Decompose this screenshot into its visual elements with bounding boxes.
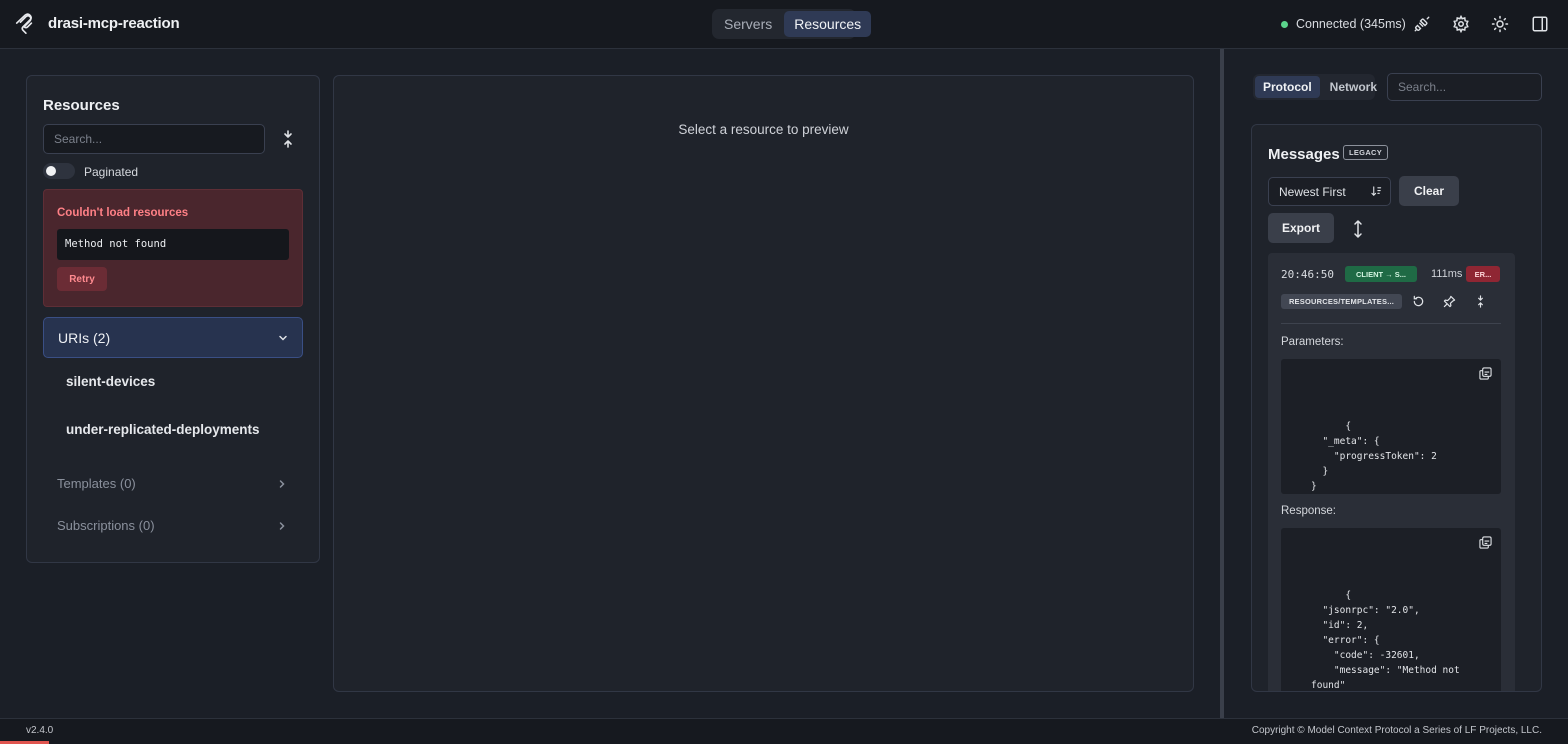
messages-search-input[interactable] xyxy=(1387,73,1542,101)
resource-item-under-replicated-deployments[interactable]: under-replicated-deployments xyxy=(66,422,260,437)
protocol-tabs: Protocol Network xyxy=(1253,74,1377,100)
templates-section-label: Templates (0) xyxy=(57,476,136,491)
error-message: Method not found xyxy=(57,229,289,260)
messages-title: Messages xyxy=(1268,146,1340,163)
subscriptions-section-label: Subscriptions (0) xyxy=(57,518,155,533)
messages-panel: Messages LEGACY Newest First Clear Expor… xyxy=(1251,124,1542,692)
tab-network[interactable]: Network xyxy=(1322,76,1385,98)
sort-order-value: Newest First xyxy=(1279,185,1346,199)
app-name: drasi-mcp-reaction xyxy=(48,15,180,32)
divider xyxy=(1281,323,1501,324)
main-nav-tabs: Servers Resources xyxy=(712,9,872,39)
direction-badge: CLIENT → S... xyxy=(1345,266,1417,282)
response-label: Response: xyxy=(1281,505,1336,517)
retry-button[interactable]: Retry xyxy=(57,267,107,291)
unplug-icon[interactable] xyxy=(1413,15,1431,33)
panel-toggle-icon[interactable] xyxy=(1531,15,1549,33)
copy-icon[interactable] xyxy=(1479,536,1492,549)
copyright-text: Copyright © Model Context Protocol a Ser… xyxy=(1251,725,1542,736)
clear-button[interactable]: Clear xyxy=(1399,176,1459,206)
message-duration: 111ms xyxy=(1431,268,1463,280)
collapse-entry-icon[interactable] xyxy=(1474,295,1487,308)
replay-icon[interactable] xyxy=(1412,295,1425,308)
tab-servers[interactable]: Servers xyxy=(714,11,782,37)
resources-search-input[interactable] xyxy=(43,124,265,154)
connection-status: Connected (345ms) xyxy=(1281,17,1406,31)
subscriptions-section-header[interactable]: Subscriptions (0) xyxy=(43,511,303,541)
chevron-right-icon xyxy=(279,522,285,530)
response-json: { "jsonrpc": "2.0", "id": 2, "error": { … xyxy=(1281,528,1501,691)
copy-icon[interactable] xyxy=(1479,367,1492,380)
chevron-down-icon xyxy=(279,335,287,341)
panel-resize-handle[interactable] xyxy=(1220,49,1224,718)
sort-icon xyxy=(1371,186,1382,196)
message-entry[interactable]: 20:46:50 CLIENT → S... 111ms ER... RESOU… xyxy=(1268,253,1515,691)
templates-section-header[interactable]: Templates (0) xyxy=(43,469,303,499)
error-title: Couldn't load resources xyxy=(57,207,189,219)
version-label: v2.4.0 xyxy=(26,725,54,736)
paginated-label: Paginated xyxy=(84,165,139,179)
footer: v2.4.0 Copyright © Model Context Protoco… xyxy=(0,718,1568,744)
resources-panel: Resources Paginated Couldn't load resour… xyxy=(26,75,320,563)
top-bar: drasi-mcp-reaction Servers Resources Con… xyxy=(0,0,1568,49)
connection-status-label: Connected (345ms) xyxy=(1296,17,1406,31)
error-status-badge: ER... xyxy=(1466,266,1500,282)
message-time: 20:46:50 xyxy=(1281,268,1334,281)
sun-icon[interactable] xyxy=(1491,15,1509,33)
preview-empty-text: Select a resource to preview xyxy=(678,122,849,137)
chevron-right-icon xyxy=(279,480,285,488)
sort-order-select[interactable]: Newest First xyxy=(1268,177,1391,206)
resource-item-silent-devices[interactable]: silent-devices xyxy=(66,374,155,389)
uris-section-header[interactable]: URIs (2) xyxy=(43,317,303,358)
expand-all-icon[interactable] xyxy=(1352,219,1364,239)
tab-protocol[interactable]: Protocol xyxy=(1255,76,1320,98)
parameters-json: { "_meta": { "progressToken": 2 } } xyxy=(1281,359,1501,494)
collapse-all-icon[interactable] xyxy=(281,130,295,148)
pin-icon[interactable] xyxy=(1443,295,1456,308)
resources-title: Resources xyxy=(43,97,120,114)
paginated-toggle[interactable] xyxy=(43,163,75,179)
mcp-logo-icon[interactable] xyxy=(14,13,36,35)
gear-icon[interactable] xyxy=(1452,15,1470,33)
toggle-knob xyxy=(46,166,56,176)
method-badge: RESOURCES/TEMPLATES... xyxy=(1281,294,1402,309)
status-dot-icon xyxy=(1281,20,1288,28)
error-alert: Couldn't load resources Method not found… xyxy=(43,189,303,307)
resource-preview-panel: Select a resource to preview xyxy=(333,75,1194,692)
uris-section-label: URIs (2) xyxy=(58,330,111,346)
export-button[interactable]: Export xyxy=(1268,213,1334,243)
tab-resources[interactable]: Resources xyxy=(784,11,872,37)
response-json-text: { "jsonrpc": "2.0", "id": 2, "error": { … xyxy=(1311,590,1460,691)
parameters-label: Parameters: xyxy=(1281,336,1344,348)
parameters-json-text: { "_meta": { "progressToken": 2 } } xyxy=(1311,421,1437,492)
legacy-badge: LEGACY xyxy=(1343,145,1389,160)
